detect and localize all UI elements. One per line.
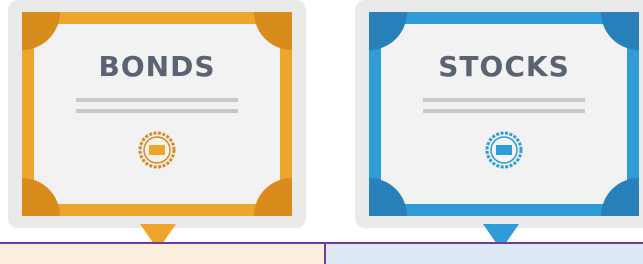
bonds-panel (0, 242, 326, 264)
bonds-title: BONDS (98, 50, 216, 83)
bonds-certificate: BONDS (22, 12, 292, 216)
bonds-text-line (76, 109, 238, 113)
bonds-text-line (76, 98, 238, 102)
stocks-certificate: STOCKS (369, 12, 639, 216)
stocks-certificate-card: STOCKS (355, 0, 643, 228)
stocks-text-line (423, 98, 585, 102)
bonds-seal-icon (138, 131, 176, 169)
stocks-text-line (423, 109, 585, 113)
stocks-seal-icon (485, 131, 523, 169)
stocks-title: STOCKS (438, 50, 570, 83)
stocks-panel (326, 242, 643, 264)
bonds-certificate-card: BONDS (8, 0, 306, 228)
